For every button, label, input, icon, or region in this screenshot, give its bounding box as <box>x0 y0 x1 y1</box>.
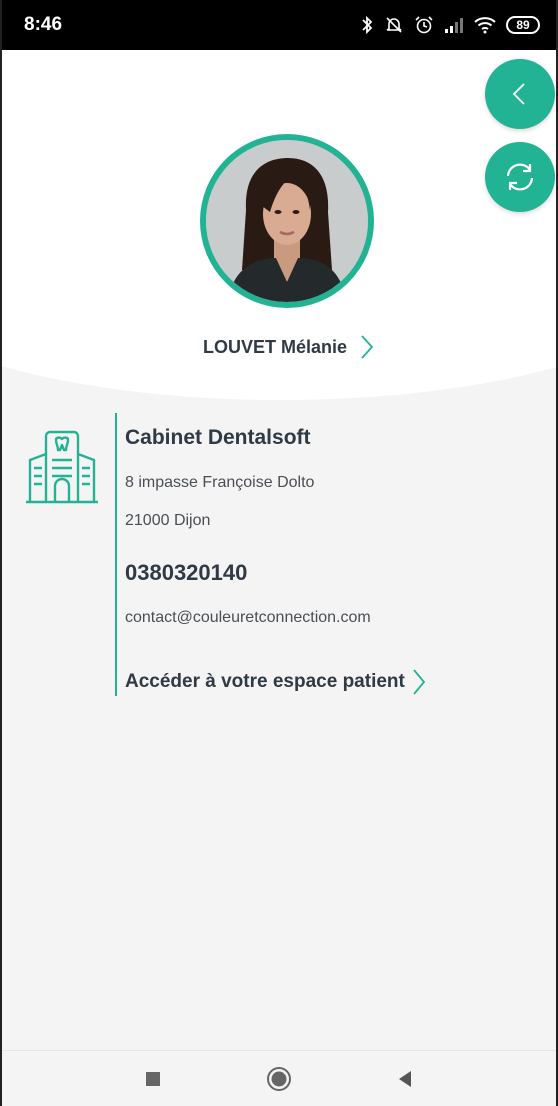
chevron-left-icon <box>512 83 525 105</box>
info-divider <box>115 413 117 696</box>
address-line-1: 8 impasse Françoise Dolto <box>125 474 315 491</box>
avatar <box>200 134 374 308</box>
nav-back-button[interactable] <box>390 1064 420 1094</box>
address-line-2: 21000 Dijon <box>125 512 211 529</box>
signal-icon <box>445 18 463 33</box>
navigation-bar <box>2 1050 556 1106</box>
patient-space-label: Accéder à votre espace patient <box>125 671 405 692</box>
chevron-right-icon <box>361 335 374 359</box>
status-time: 8:46 <box>24 14 63 35</box>
phone-number[interactable]: 0380320140 <box>125 560 247 586</box>
status-icons: 89 <box>360 15 540 35</box>
alarm-icon <box>415 16 433 34</box>
patient-name-link[interactable]: LOUVET Mélanie <box>2 334 556 360</box>
email-address[interactable]: contact@couleuretconnection.com <box>125 609 371 627</box>
back-button[interactable] <box>485 59 555 129</box>
patient-space-link[interactable]: Accéder à votre espace patient <box>125 668 427 696</box>
refresh-button[interactable] <box>485 142 555 212</box>
recent-apps-icon <box>146 1072 160 1086</box>
app-screen: 8:46 89 LOUVET Mélanie Cabinet Dentalsof… <box>0 0 558 1106</box>
back-icon <box>399 1071 411 1087</box>
chevron-right-icon <box>413 669 426 695</box>
mute-notifications-icon <box>386 17 402 33</box>
avatar-photo <box>206 140 368 302</box>
home-button[interactable] <box>264 1064 294 1094</box>
cabinet-name: Cabinet Dentalsoft <box>125 426 311 449</box>
home-icon <box>267 1067 291 1091</box>
bluetooth-icon <box>362 15 373 35</box>
recent-apps-button[interactable] <box>138 1064 168 1094</box>
dental-building-icon <box>26 430 98 504</box>
wifi-icon <box>474 17 496 34</box>
status-bar: 8:46 89 <box>2 0 556 50</box>
refresh-icon <box>506 163 534 191</box>
patient-name: LOUVET Mélanie <box>202 336 348 357</box>
battery-icon: 89 <box>506 16 540 34</box>
